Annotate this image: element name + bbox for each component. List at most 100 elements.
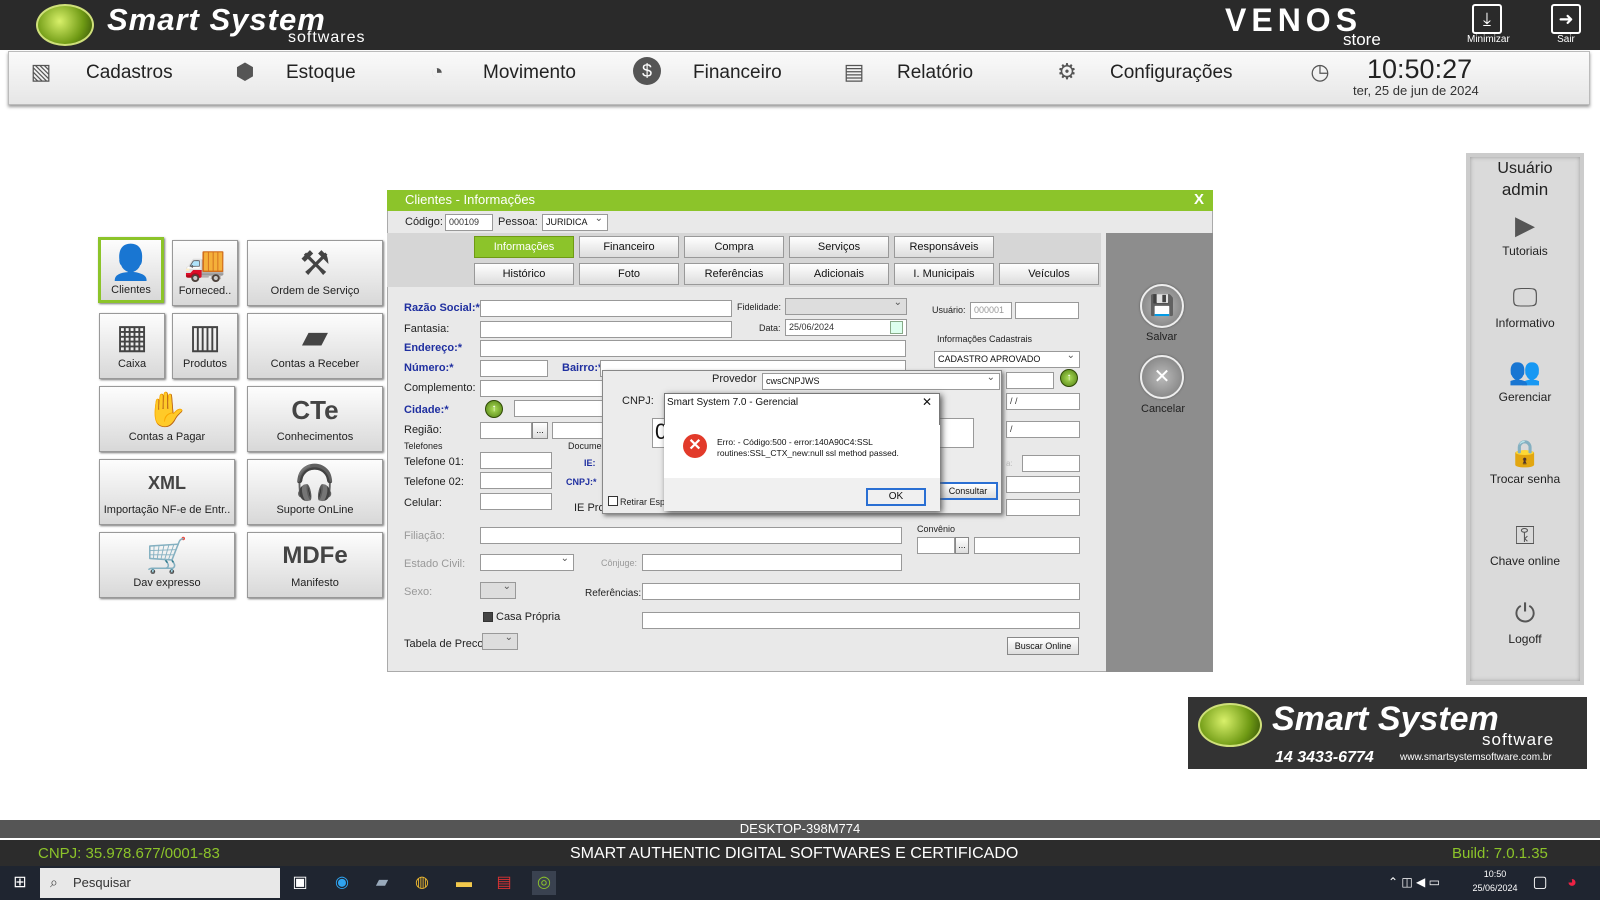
retirar-checkbox[interactable] [608, 496, 618, 506]
sexo-select[interactable] [480, 581, 516, 599]
tile-caixa[interactable]: ▦ Caixa [99, 313, 165, 379]
chave-online-button[interactable]: ⚿ Chave online [1466, 520, 1584, 568]
app-icon[interactable]: ▰ [370, 871, 394, 895]
tab-municipais[interactable]: I. Municipais [894, 263, 994, 285]
tile-ordem-servico[interactable]: ⚒ Ordem de Serviço [247, 240, 383, 306]
window-close-button[interactable]: X [1194, 191, 1204, 208]
notification-icon[interactable]: ▢ [1528, 871, 1552, 895]
complemento-input[interactable] [480, 380, 610, 397]
cancel-icon[interactable]: ✕ [1140, 355, 1184, 399]
calendar-icon[interactable] [890, 321, 903, 334]
convenio-code[interactable] [917, 537, 955, 554]
exit-button[interactable]: ➜ Sair [1546, 4, 1586, 48]
windows-start-icon[interactable]: ⊞ [8, 871, 32, 895]
ok-button[interactable]: OK [866, 488, 926, 506]
gerenciar-button[interactable]: 👥 Gerenciar [1466, 356, 1584, 404]
menu-movimento[interactable]: Movimento [483, 62, 576, 84]
tile-contas-receber[interactable]: ▰ Contas a Receber [247, 313, 383, 379]
error-message-line1: Erro: - Código:500 - error:140A90C4:SSL [717, 437, 873, 447]
informativo-button[interactable]: 🖵 Informativo [1466, 282, 1584, 330]
tab-foto[interactable]: Foto [579, 263, 679, 285]
convenio-label: Convênio [917, 524, 956, 534]
menu-estoque[interactable]: Estoque [286, 62, 356, 84]
tab-referencias[interactable]: Referências [684, 263, 784, 285]
convenio-desc[interactable] [974, 537, 1080, 554]
pdf-reader-icon[interactable]: ▤ [492, 871, 516, 895]
tile-manifesto[interactable]: MDFe Manifesto [247, 532, 383, 598]
razao-input[interactable] [480, 300, 732, 317]
error-close-button[interactable]: ✕ [922, 395, 932, 409]
tab-servicos[interactable]: Serviços [789, 236, 889, 258]
tel1-input[interactable] [480, 452, 552, 469]
tab-informacoes[interactable]: Informações [474, 236, 574, 258]
tile-suporte-online[interactable]: 🎧 Suporte OnLine [247, 459, 383, 525]
casa-propria-checkbox[interactable] [483, 612, 493, 622]
tab-adicionais[interactable]: Adicionais [789, 263, 889, 285]
tutoriais-button[interactable]: ▶ Tutoriais [1466, 210, 1584, 258]
numero-input[interactable] [480, 360, 548, 377]
tile-dav-expresso[interactable]: 🛒 Dav expresso [99, 532, 235, 598]
tab-responsaveis[interactable]: Responsáveis [894, 236, 994, 258]
smart-system-taskbar-icon[interactable]: ◎ [532, 871, 556, 895]
right-date-2[interactable]: / [1006, 421, 1080, 438]
chrome-icon[interactable]: ◍ [410, 871, 434, 895]
cidade-input[interactable] [514, 400, 610, 417]
menu-financeiro[interactable]: Financeiro [693, 62, 782, 84]
menu-relatorio[interactable]: Relatório [897, 62, 973, 84]
save-icon[interactable]: 💾 [1140, 284, 1184, 328]
regiao-lookup-button[interactable]: ... [532, 422, 548, 439]
buscar-online-button[interactable]: Buscar Online [1007, 637, 1079, 655]
cidade-search-button[interactable]: ↑ [485, 400, 503, 418]
tabela-preco-select[interactable] [482, 632, 518, 650]
tile-contas-pagar[interactable]: ✋ Contas a Pagar [99, 386, 235, 452]
status-select[interactable]: CADASTRO APROVADO [934, 350, 1080, 368]
data-input[interactable]: 25/06/2024 [785, 319, 907, 336]
trocar-senha-button[interactable]: 🔒 Trocar senha [1466, 438, 1584, 486]
referencias-input[interactable] [642, 583, 1080, 600]
codigo-field[interactable]: 000109 [445, 214, 493, 231]
task-view-icon[interactable]: ▣ [288, 871, 312, 895]
copilot-icon[interactable]: ◕ [1560, 871, 1584, 895]
right-input-2[interactable] [1022, 455, 1080, 472]
cash-register-icon: ▦ [115, 318, 149, 356]
right-input-4[interactable] [1006, 499, 1080, 516]
right-input-3[interactable] [1006, 476, 1080, 493]
right-input-1[interactable] [1006, 372, 1054, 389]
provider-select[interactable]: cwsCNPJWS [762, 372, 1000, 390]
tray-icons[interactable]: ⌃ ◫ ◀ ▭ [1388, 875, 1440, 889]
menu-configuracoes[interactable]: Configurações [1110, 62, 1233, 84]
tile-conhecimentos[interactable]: CTe Conhecimentos [247, 386, 383, 452]
file-explorer-icon[interactable]: ▬ [452, 871, 476, 895]
consultar-button[interactable]: Consultar [938, 482, 998, 500]
minimize-button[interactable]: ⤓ Minimizar [1467, 4, 1510, 48]
save-button[interactable]: Salvar [1146, 331, 1177, 343]
menu-cadastros[interactable]: Cadastros [86, 62, 173, 84]
endereco-input[interactable] [480, 340, 906, 357]
logoff-button[interactable]: ⏻ Logoff [1466, 598, 1584, 646]
tab-compra[interactable]: Compra [684, 236, 784, 258]
tab-veiculos[interactable]: Veículos [999, 263, 1099, 285]
fidelidade-select[interactable] [785, 297, 907, 315]
pessoa-select[interactable]: JURIDICA [542, 213, 608, 231]
right-green-button[interactable]: ↑ [1060, 369, 1078, 387]
minimize-icon: ⤓ [1472, 4, 1502, 34]
taskbar-time: 10:50 [1483, 869, 1507, 879]
tab-financeiro[interactable]: Financeiro [579, 236, 679, 258]
convenio-lookup-button[interactable]: ... [955, 537, 969, 554]
celular-input[interactable] [480, 493, 552, 510]
tel2-input[interactable] [480, 472, 552, 489]
tile-produtos[interactable]: ▥ Produtos [172, 313, 238, 379]
right-date-1[interactable]: / / [1006, 393, 1080, 410]
tile-clientes[interactable]: 👤 Clientes [98, 237, 164, 303]
conjuge-input[interactable] [642, 554, 902, 571]
filiacao-input[interactable] [480, 527, 902, 544]
referencias-input-2[interactable] [642, 612, 1080, 629]
estado-civil-select[interactable] [480, 553, 574, 571]
tile-importacao-nfe[interactable]: XML Importação NF-e de Entr.. [99, 459, 235, 525]
tab-historico[interactable]: Histórico [474, 263, 574, 285]
tile-fornecedores[interactable]: 🚚 Forneced.. [172, 240, 238, 306]
cancel-button[interactable]: Cancelar [1141, 403, 1185, 415]
fantasia-input[interactable] [480, 321, 732, 338]
regiao-input[interactable] [480, 422, 532, 439]
edge-icon[interactable]: ◉ [330, 871, 354, 895]
